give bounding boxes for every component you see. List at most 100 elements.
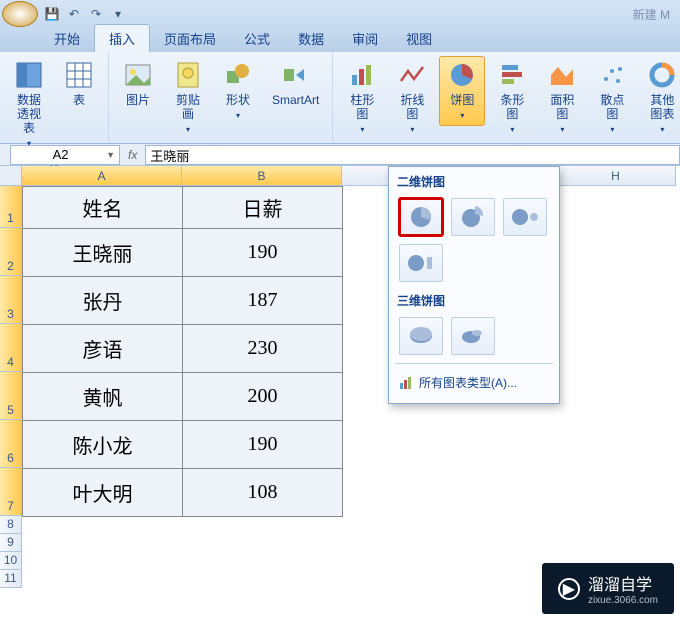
cell-a4[interactable]: 彦语 xyxy=(23,325,183,373)
pie-2d-exploded[interactable] xyxy=(451,198,495,236)
all-chart-types[interactable]: 所有图表类型(A)... xyxy=(389,368,559,397)
shapes-label: 形状▾ xyxy=(226,93,250,123)
tab-formulas[interactable]: 公式 xyxy=(230,25,284,52)
cell-a5[interactable]: 黄帆 xyxy=(23,373,183,421)
row-header-2[interactable]: 2 xyxy=(0,228,22,276)
cell-b5[interactable]: 200 xyxy=(183,373,343,421)
table-label: 表 xyxy=(73,93,85,107)
ribbon-group-charts: 柱形图▾ 折线图▾ 饼图▾ 条形图▾ 面积图▾ 散点图▾ xyxy=(333,52,680,143)
cell-b7[interactable]: 108 xyxy=(183,469,343,517)
quick-access-toolbar: 💾 ↶ ↷ ▾ xyxy=(44,6,126,22)
other-chart-icon xyxy=(646,59,678,91)
row-header-8[interactable]: 8 xyxy=(0,516,22,534)
column-chart-button[interactable]: 柱形图▾ xyxy=(339,56,385,140)
pie-chart-dropdown: 二维饼图 三维饼图 所有图表类型(A)... xyxy=(388,166,560,404)
name-box-value: A2 xyxy=(15,147,106,162)
area-chart-button[interactable]: 面积图▾ xyxy=(539,56,585,140)
pie-chart-label: 饼图▾ xyxy=(450,93,474,123)
play-icon: ▶ xyxy=(558,578,580,600)
line-chart-icon xyxy=(396,59,428,91)
pie-3d-exploded[interactable] xyxy=(451,317,495,355)
column-chart-icon xyxy=(346,59,378,91)
pivot-table-label: 数据 透视表▾ xyxy=(13,93,45,151)
other-chart-button[interactable]: 其他图表▾ xyxy=(639,56,680,140)
shapes-icon xyxy=(222,59,254,91)
watermark: ▶ 溜溜自学 zixue.3066.com xyxy=(542,563,674,614)
app-title: 新建 M xyxy=(126,6,680,23)
column-chart-label: 柱形图▾ xyxy=(346,93,378,137)
row-header-1[interactable]: 1 xyxy=(0,186,22,228)
scatter-chart-button[interactable]: 散点图▾ xyxy=(589,56,635,140)
all-chart-types-icon xyxy=(399,376,413,390)
pie-3d-basic[interactable] xyxy=(399,317,443,355)
row-header-9[interactable]: 9 xyxy=(0,534,22,552)
row-header-4[interactable]: 4 xyxy=(0,324,22,372)
bar-chart-icon xyxy=(496,59,528,91)
all-chart-types-label: 所有图表类型(A)... xyxy=(419,374,517,391)
name-box[interactable]: A2 ▼ xyxy=(10,145,120,165)
formula-input[interactable]: 王晓丽 xyxy=(145,145,680,165)
cell-a7[interactable]: 叶大明 xyxy=(23,469,183,517)
redo-icon[interactable]: ↷ xyxy=(88,6,104,22)
row-header-3[interactable]: 3 xyxy=(0,276,22,324)
watermark-url: zixue.3066.com xyxy=(588,595,658,606)
dd-section-3d: 三维饼图 xyxy=(389,286,559,313)
clipart-icon xyxy=(172,59,204,91)
table-button[interactable]: 表 xyxy=(56,56,102,110)
bar-chart-label: 条形图▾ xyxy=(496,93,528,137)
cell-a6[interactable]: 陈小龙 xyxy=(23,421,183,469)
cell-b6[interactable]: 190 xyxy=(183,421,343,469)
save-icon[interactable]: 💾 xyxy=(44,6,60,22)
cell-a2[interactable]: 王晓丽 xyxy=(23,229,183,277)
pivot-table-button[interactable]: 数据 透视表▾ xyxy=(6,56,52,154)
tab-home[interactable]: 开始 xyxy=(40,25,94,52)
ribbon-group-tables: 数据 透视表▾ 表 表 xyxy=(0,52,109,143)
clipart-label: 剪贴画▾ xyxy=(172,93,204,137)
data-table[interactable]: 姓名 日薪 王晓丽190 张丹187 彦语230 黄帆200 陈小龙190 叶大… xyxy=(22,186,343,517)
dd-section-2d: 二维饼图 xyxy=(389,167,559,194)
shapes-button[interactable]: 形状▾ xyxy=(215,56,261,126)
smartart-label: SmartArt xyxy=(272,93,319,107)
row-header-7[interactable]: 7 xyxy=(0,468,22,516)
clipart-button[interactable]: 剪贴画▾ xyxy=(165,56,211,140)
line-chart-button[interactable]: 折线图▾ xyxy=(389,56,435,140)
scatter-chart-label: 散点图▾ xyxy=(596,93,628,137)
pie-chart-button[interactable]: 饼图▾ xyxy=(439,56,485,126)
pivot-table-icon xyxy=(13,59,45,91)
picture-button[interactable]: 图片 xyxy=(115,56,161,110)
cell-b2[interactable]: 190 xyxy=(183,229,343,277)
cell-b3[interactable]: 187 xyxy=(183,277,343,325)
tab-insert[interactable]: 插入 xyxy=(94,24,150,52)
pie-2d-basic[interactable] xyxy=(399,198,443,236)
scatter-chart-icon xyxy=(596,59,628,91)
other-chart-label: 其他图表▾ xyxy=(646,93,678,137)
tab-view[interactable]: 视图 xyxy=(392,25,446,52)
cell-a1[interactable]: 姓名 xyxy=(23,187,183,229)
qat-dropdown-icon[interactable]: ▾ xyxy=(110,6,126,22)
pie-of-pie[interactable] xyxy=(503,198,547,236)
tab-review[interactable]: 审阅 xyxy=(338,25,392,52)
row-header-6[interactable]: 6 xyxy=(0,420,22,468)
area-chart-label: 面积图▾ xyxy=(546,93,578,137)
watermark-brand: 溜溜自学 xyxy=(588,577,652,594)
ribbon-group-illustrations: 图片 剪贴画▾ 形状▾ SmartArt 插图 xyxy=(109,52,333,143)
cell-b4[interactable]: 230 xyxy=(183,325,343,373)
row-header-11[interactable]: 11 xyxy=(0,570,22,588)
select-all-corner[interactable] xyxy=(0,166,22,186)
cell-b1[interactable]: 日薪 xyxy=(183,187,343,229)
tab-page-layout[interactable]: 页面布局 xyxy=(150,25,230,52)
pie-chart-icon xyxy=(446,59,478,91)
row-header-10[interactable]: 10 xyxy=(0,552,22,570)
bar-chart-button[interactable]: 条形图▾ xyxy=(489,56,535,140)
smartart-button[interactable]: SmartArt xyxy=(265,56,326,110)
row-header-5[interactable]: 5 xyxy=(0,372,22,420)
ribbon-tabs: 开始 插入 页面布局 公式 数据 审阅 视图 xyxy=(0,28,680,52)
bar-of-pie[interactable] xyxy=(399,244,443,282)
cell-a3[interactable]: 张丹 xyxy=(23,277,183,325)
formula-bar: A2 ▼ fx 王晓丽 xyxy=(0,144,680,166)
undo-icon[interactable]: ↶ xyxy=(66,6,82,22)
chevron-down-icon[interactable]: ▼ xyxy=(106,150,115,160)
tab-data[interactable]: 数据 xyxy=(284,25,338,52)
office-button[interactable] xyxy=(2,1,38,27)
fx-label[interactable]: fx xyxy=(120,148,145,162)
